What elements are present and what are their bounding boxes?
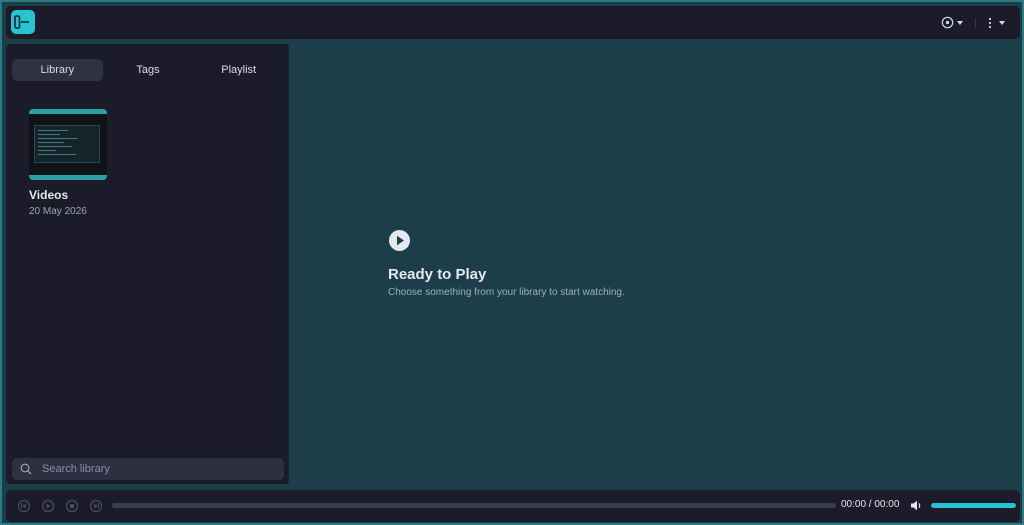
volume-level	[931, 503, 1016, 508]
search-input[interactable]: Search library	[42, 463, 110, 475]
tab-library[interactable]: Library	[12, 59, 103, 81]
stop-icon[interactable]	[65, 499, 79, 513]
more-menu-button[interactable]	[988, 12, 1005, 33]
app-window: Library Tags Playlist Videos 20 May 2026…	[0, 0, 1024, 525]
sidebar-tabs: Library Tags Playlist	[12, 59, 284, 81]
play-icon[interactable]	[41, 499, 55, 513]
caret-down-icon	[957, 20, 963, 25]
volume-slider[interactable]	[931, 503, 1016, 508]
tab-playlist[interactable]: Playlist	[193, 59, 284, 81]
volume-icon[interactable]	[910, 499, 923, 512]
empty-state-subtitle: Choose something from your library to st…	[388, 287, 625, 298]
titlebar-divider	[975, 18, 976, 28]
skip-back-icon[interactable]	[17, 499, 31, 513]
target-menu-button[interactable]	[941, 12, 963, 33]
target-icon	[941, 16, 954, 29]
seek-slider[interactable]	[112, 503, 836, 508]
empty-state-title: Ready to Play	[388, 266, 487, 283]
kebab-icon	[988, 17, 992, 28]
skip-forward-icon[interactable]	[89, 499, 103, 513]
library-item-date: 20 May 2026	[29, 206, 87, 217]
library-item-thumbnail	[29, 109, 107, 180]
app-logo-icon[interactable]	[11, 10, 35, 34]
tab-tags[interactable]: Tags	[103, 59, 194, 81]
playback-controls: 00:00 / 00:00	[6, 490, 1020, 522]
library-item[interactable]: Videos 20 May 2026	[29, 109, 109, 217]
search-icon	[20, 463, 32, 475]
caret-down-icon	[999, 20, 1005, 25]
play-circle-icon	[389, 230, 410, 251]
time-readout: 00:00 / 00:00	[841, 499, 900, 510]
search-bar[interactable]: Search library	[12, 458, 284, 480]
empty-state: Ready to Play Choose something from your…	[388, 229, 625, 298]
library-item-title: Videos	[29, 188, 69, 202]
library-sidebar: Library Tags Playlist Videos 20 May 2026…	[6, 44, 289, 484]
titlebar	[6, 6, 1020, 39]
